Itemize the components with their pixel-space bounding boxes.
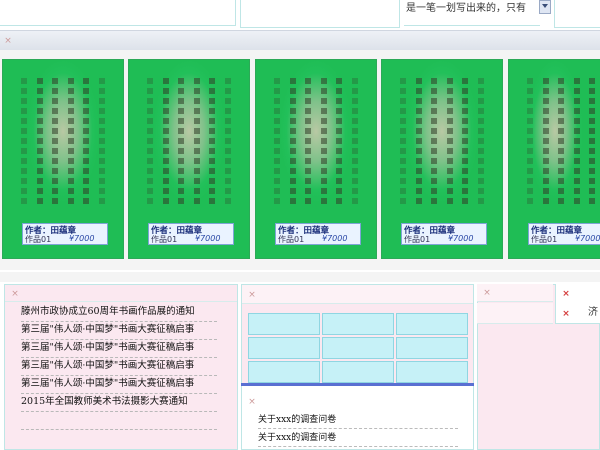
grid-cell[interactable]: [322, 361, 394, 383]
survey-link[interactable]: 关于xxx的调查问卷: [258, 430, 458, 447]
close-icon[interactable]: ×: [248, 291, 256, 300]
top-text-panel: 是一笔一划写出来的，只有: [404, 0, 540, 26]
close-icon[interactable]: ×: [562, 290, 570, 299]
gallery-header-band: ×: [0, 30, 600, 50]
artwork-caption: 作者：田蕴章 作品01 ¥7000: [148, 223, 234, 245]
artwork-gallery: 作者：田蕴章 作品01 ¥7000 作者：田蕴章 作品01 ¥7000 作者：田…: [0, 50, 600, 270]
artwork-card[interactable]: 作者：田蕴章 作品01 ¥7000: [255, 59, 377, 259]
top-left-panel: [0, 0, 236, 26]
notice-link[interactable]: 第三届"伟人颂·中国梦"书画大赛征稿启事: [21, 357, 217, 376]
grid-cell[interactable]: [396, 337, 468, 359]
artwork-price: ¥7000: [575, 234, 600, 243]
artwork-card[interactable]: 作者：田蕴章 作品01 ¥7000: [381, 59, 503, 259]
artwork-title: 作品01: [278, 235, 305, 244]
grid-cell[interactable]: [396, 313, 468, 335]
notice-placeholder-row: [21, 411, 217, 430]
grid-cell[interactable]: [322, 313, 394, 335]
middle-header: ×: [242, 285, 473, 304]
artwork-caption: 作者：田蕴章 作品01 ¥7000: [528, 223, 600, 245]
grid-cell[interactable]: [248, 313, 320, 335]
close-icon[interactable]: ×: [11, 290, 19, 299]
grid-cell[interactable]: [396, 361, 468, 383]
right-glyph-text: 济: [588, 307, 598, 318]
artwork-card[interactable]: 作者：田蕴章 作品01 ¥7000: [128, 59, 250, 259]
calligraphy-image: [274, 78, 358, 208]
right-subheader: [477, 303, 553, 324]
notice-link[interactable]: 第三届"伟人颂·中国梦"书画大赛征稿启事: [21, 375, 217, 394]
survey-panel: × 关于xxx的调查问卷 关于xxx的调查问卷: [241, 386, 474, 450]
notice-link[interactable]: 第三届"伟人颂·中国梦"书画大赛征稿启事: [21, 321, 217, 340]
notices-panel: × 滕州市政协成立60周年书画作品展的通知 第三届"伟人颂·中国梦"书画大赛征稿…: [4, 284, 238, 450]
chevron-down-icon: [542, 4, 548, 8]
artwork-card[interactable]: 作者：田蕴章 作品01 ¥7000: [508, 59, 600, 259]
artwork-price: ¥7000: [448, 234, 474, 243]
artwork-card[interactable]: 作者：田蕴章 作品01 ¥7000: [2, 59, 124, 259]
top-middle-panel: [240, 0, 400, 28]
grid-cell[interactable]: [322, 337, 394, 359]
artwork-title: 作品01: [404, 235, 431, 244]
grid-cell[interactable]: [248, 361, 320, 383]
section-divider: [0, 272, 600, 282]
calligraphy-image: [400, 78, 484, 208]
right-mini-panel: × × 济: [555, 284, 600, 324]
notice-link[interactable]: 第三届"伟人颂·中国梦"书画大赛征稿启事: [21, 339, 217, 358]
artwork-title: 作品01: [531, 235, 558, 244]
artwork-price: ¥7000: [195, 234, 221, 243]
calligraphy-image: [147, 78, 231, 208]
artwork-price: ¥7000: [322, 234, 348, 243]
top-right-panel: [554, 0, 600, 28]
notices-header: ×: [5, 285, 237, 302]
notice-link[interactable]: 滕州市政协成立60周年书画作品展的通知: [21, 303, 217, 322]
artwork-caption: 作者：田蕴章 作品01 ¥7000: [22, 223, 108, 245]
grid-cell[interactable]: [248, 337, 320, 359]
survey-link[interactable]: 关于xxx的调查问卷: [258, 412, 458, 429]
right-header: ×: [477, 284, 553, 302]
artwork-price: ¥7000: [69, 234, 95, 243]
top-snippet-text: 是一笔一划写出来的，只有: [406, 3, 526, 14]
calligraphy-image: [527, 78, 600, 208]
artwork-title: 作品01: [151, 235, 178, 244]
notice-link[interactable]: 2015年全国教师美术书法摄影大赛通知: [21, 393, 217, 412]
close-icon[interactable]: ×: [562, 310, 570, 319]
artwork-title: 作品01: [25, 235, 52, 244]
close-icon[interactable]: ×: [4, 37, 12, 46]
close-icon[interactable]: ×: [248, 398, 256, 407]
close-icon[interactable]: ×: [483, 289, 491, 298]
artwork-caption: 作者：田蕴章 作品01 ¥7000: [401, 223, 487, 245]
calligraphy-image: [21, 78, 105, 208]
scroll-down-button[interactable]: [539, 0, 551, 14]
artwork-caption: 作者：田蕴章 作品01 ¥7000: [275, 223, 361, 245]
